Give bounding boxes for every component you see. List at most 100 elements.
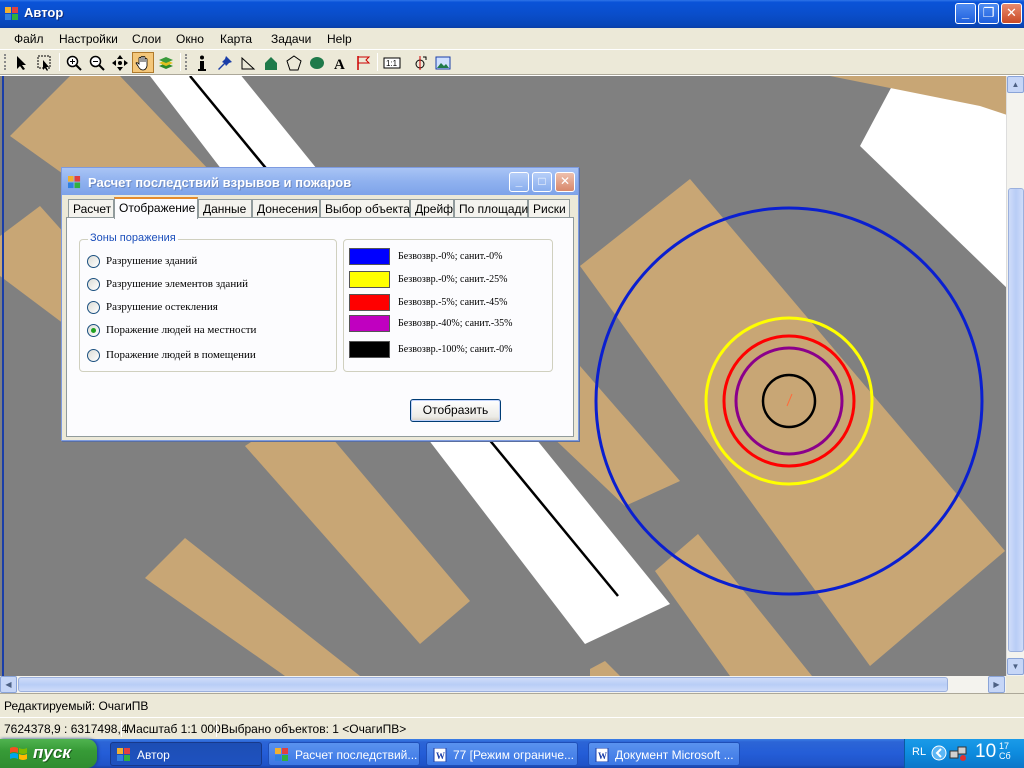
zoom-out-icon[interactable] bbox=[86, 52, 108, 73]
layers-icon[interactable] bbox=[155, 52, 177, 73]
menu-window[interactable]: Окно bbox=[176, 32, 204, 46]
word-document-icon: W bbox=[595, 748, 609, 762]
dialog-maximize-button[interactable]: □ bbox=[532, 172, 552, 192]
scroll-right-icon[interactable]: ▶ bbox=[988, 676, 1005, 693]
language-indicator[interactable]: RL bbox=[912, 746, 926, 758]
scroll-down-icon[interactable]: ▼ bbox=[1007, 658, 1024, 675]
text-tool-icon[interactable]: A bbox=[329, 52, 351, 73]
clock-day: Сб bbox=[999, 751, 1011, 761]
menu-tasks[interactable]: Задачи bbox=[271, 32, 311, 46]
tab-risks[interactable]: Риски bbox=[528, 199, 570, 218]
status-divider bbox=[216, 721, 217, 737]
radio-circle[interactable] bbox=[87, 300, 100, 314]
dialog-close-button[interactable]: ✕ bbox=[555, 172, 575, 192]
select-arrow-icon[interactable] bbox=[11, 52, 33, 73]
radio-label: Разрушение элементов зданий bbox=[106, 278, 248, 290]
editable-layer-status: Редактируемый: ОчагиПВ bbox=[4, 699, 149, 713]
scale-icon[interactable]: 1:1 bbox=[381, 52, 403, 73]
tab-panel-display: Зоны поражения Разрушение зданий Разруше… bbox=[66, 217, 574, 437]
image-icon[interactable] bbox=[432, 52, 454, 73]
tab-by-area[interactable]: По площади bbox=[454, 199, 528, 218]
taskbar-item-label: Документ Microsoft ... bbox=[615, 748, 734, 762]
minimize-button[interactable]: _ bbox=[955, 3, 976, 24]
radio-people-indoors[interactable]: Поражение людей в помещении bbox=[87, 347, 256, 363]
tab-calculation[interactable]: Расчет bbox=[68, 199, 114, 218]
horizontal-scroll-thumb[interactable] bbox=[18, 677, 948, 692]
hand-pan-icon[interactable] bbox=[132, 52, 154, 73]
menu-layers[interactable]: Слои bbox=[132, 32, 161, 46]
menu-settings[interactable]: Настройки bbox=[59, 32, 118, 46]
radio-circle[interactable] bbox=[87, 254, 100, 268]
scroll-left-icon[interactable]: ◀ bbox=[0, 676, 17, 693]
radio-label: Разрушение остекления bbox=[106, 301, 218, 313]
restore-button[interactable]: ❐ bbox=[978, 3, 999, 24]
taskbar-item-calculation[interactable]: Расчет последствий... bbox=[268, 742, 420, 766]
measure-icon[interactable] bbox=[409, 52, 431, 73]
taskbar-item-word-document[interactable]: W Документ Microsoft ... bbox=[588, 742, 740, 766]
start-button[interactable]: пуск bbox=[0, 739, 97, 768]
radio-building-elements[interactable]: Разрушение элементов зданий bbox=[87, 276, 248, 292]
select-area-icon[interactable] bbox=[34, 52, 56, 73]
group-title: Зоны поражения bbox=[88, 232, 178, 244]
ellipse-icon[interactable] bbox=[306, 52, 328, 73]
polygon-icon[interactable] bbox=[283, 52, 305, 73]
polyline-icon[interactable] bbox=[237, 52, 259, 73]
clock-hour[interactable]: 10 bbox=[975, 741, 996, 763]
taskbar-item-label: 77 [Режим ограниче... bbox=[453, 748, 575, 762]
tray-expand-icon[interactable] bbox=[931, 745, 947, 761]
color-swatch bbox=[349, 247, 390, 265]
pin-icon[interactable] bbox=[214, 52, 236, 73]
show-button[interactable]: Отобразить bbox=[410, 399, 501, 422]
radio-circle-checked[interactable] bbox=[87, 323, 100, 337]
white-area-top-right bbox=[860, 76, 1006, 288]
tab-reports[interactable]: Донесения bbox=[252, 199, 320, 218]
tab-display[interactable]: Отображение bbox=[114, 197, 198, 219]
pan-arrows-icon[interactable] bbox=[109, 52, 131, 73]
zoom-in-icon[interactable] bbox=[63, 52, 85, 73]
legend-label: Безвозвр.-0%; санит.-25% bbox=[398, 273, 508, 285]
dialog-minimize-button[interactable]: _ bbox=[509, 172, 529, 192]
radio-circle[interactable] bbox=[87, 348, 100, 362]
horizontal-scrollbar[interactable]: ◀ ▶ bbox=[0, 676, 1006, 693]
radio-circle[interactable] bbox=[87, 277, 100, 291]
info-icon[interactable] bbox=[191, 52, 213, 73]
legend-row: Безвозвр.-0%; санит.-0% bbox=[349, 247, 503, 265]
toolbar-separator bbox=[180, 53, 181, 71]
taskbar-item-label: Автор bbox=[137, 748, 170, 762]
legend-label: Безвозвр.-0%; санит.-0% bbox=[398, 250, 503, 262]
app-titlebar[interactable]: Автор _ ❐ ✕ bbox=[0, 0, 1024, 28]
menu-map[interactable]: Карта bbox=[220, 32, 252, 46]
scroll-up-icon[interactable]: ▲ bbox=[1007, 76, 1024, 93]
menu-file[interactable]: Файл bbox=[14, 32, 44, 46]
svg-text:1:1: 1:1 bbox=[386, 59, 398, 68]
taskbar: пуск Автор Расчет последствий... W 77 [Р… bbox=[0, 739, 1024, 768]
legend-label: Безвозвр.-40%; санит.-35% bbox=[398, 317, 513, 329]
legend-label: Безвозвр.-100%; санит.-0% bbox=[398, 343, 513, 355]
menu-help[interactable]: Help bbox=[327, 32, 352, 46]
menu-bar: Файл Настройки Слои Окно Карта Задачи He… bbox=[0, 28, 1024, 50]
close-button[interactable]: ✕ bbox=[1001, 3, 1022, 24]
tab-object-select[interactable]: Выбор объекта bbox=[320, 199, 410, 218]
vertical-scrollbar[interactable]: ▲ ▼ bbox=[1006, 76, 1024, 676]
flag-icon[interactable] bbox=[352, 52, 374, 73]
radio-building-destruction[interactable]: Разрушение зданий bbox=[87, 253, 197, 269]
building bbox=[590, 661, 620, 676]
taskbar-item-avtor[interactable]: Автор bbox=[110, 742, 262, 766]
taskbar-item-document-77[interactable]: W 77 [Режим ограниче... bbox=[426, 742, 578, 766]
tab-data[interactable]: Данные bbox=[198, 199, 252, 218]
legend-row: Безвозвр.-0%; санит.-25% bbox=[349, 270, 508, 288]
tab-drift[interactable]: Дрейф bbox=[410, 199, 454, 218]
dialog-titlebar[interactable]: Расчет последствий взрывов и пожаров _ □… bbox=[62, 168, 578, 195]
app-icon bbox=[68, 176, 81, 189]
network-icon[interactable] bbox=[949, 745, 967, 761]
toolbar-grip[interactable] bbox=[185, 54, 188, 70]
radio-people-outdoors[interactable]: Поражение людей на местности bbox=[87, 322, 256, 338]
svg-text:W: W bbox=[598, 751, 607, 761]
toolbar-grip[interactable] bbox=[4, 54, 7, 70]
color-swatch bbox=[349, 314, 390, 332]
scroll-corner bbox=[1006, 676, 1024, 693]
vertical-scroll-thumb[interactable] bbox=[1008, 188, 1024, 652]
house-icon[interactable] bbox=[260, 52, 282, 73]
radio-glazing[interactable]: Разрушение остекления bbox=[87, 299, 218, 315]
radio-label: Разрушение зданий bbox=[106, 255, 198, 267]
